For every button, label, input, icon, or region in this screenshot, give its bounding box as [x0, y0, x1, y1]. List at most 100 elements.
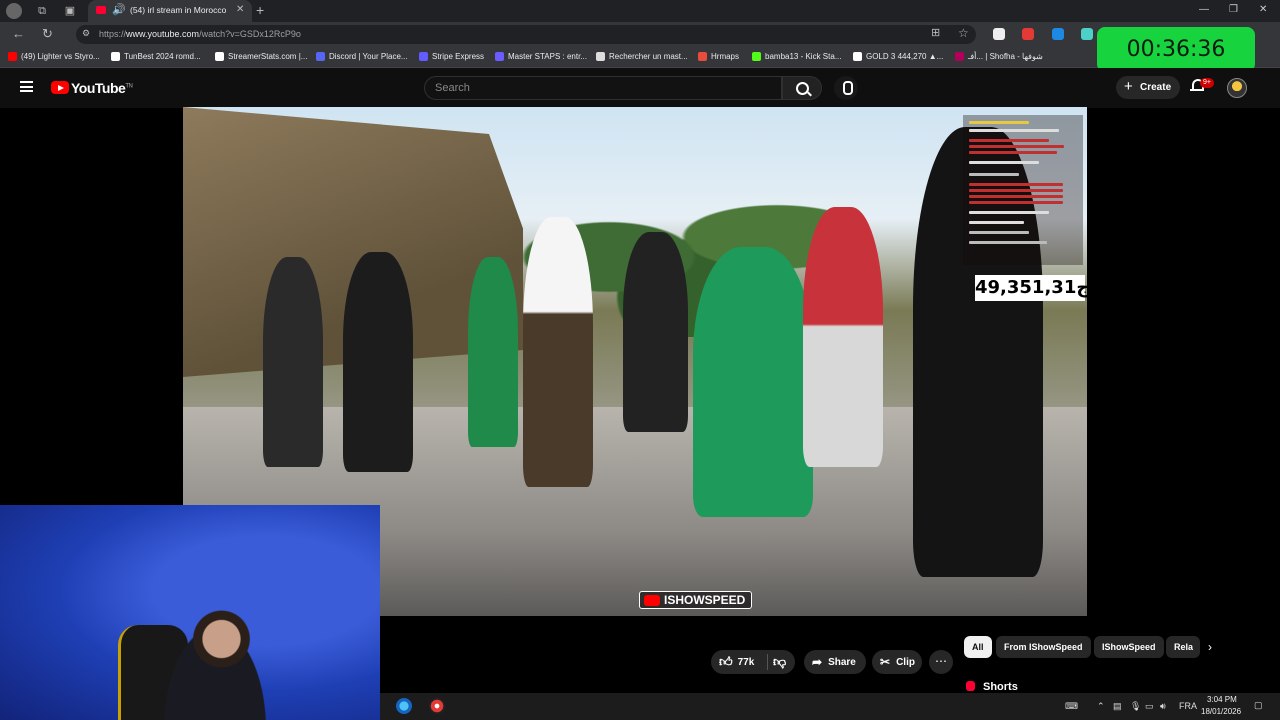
clip-button[interactable]: ✂ Clip	[872, 650, 922, 674]
chat-line	[969, 161, 1039, 164]
video-person	[623, 232, 688, 432]
chat-line	[969, 145, 1064, 148]
video-person	[468, 257, 518, 447]
clock-time[interactable]: 3:04 PM	[1207, 695, 1237, 704]
chevron-up-icon[interactable]: ⌃	[1097, 701, 1105, 712]
video-person	[343, 252, 413, 472]
bookmark-favicon-icon	[111, 52, 120, 61]
bookmark-favicon-icon	[215, 52, 224, 61]
hamburger-menu-icon[interactable]	[20, 81, 33, 92]
bookmark-item[interactable]: Stripe Express	[419, 52, 484, 61]
more-actions-icon[interactable]: ⋯	[929, 650, 953, 674]
bookmark-item[interactable]: Master STAPS : entr...	[495, 52, 587, 61]
keyboard-icon[interactable]: ⌨	[1065, 701, 1078, 712]
channel-watermark: ISHOWSPEED	[639, 591, 753, 609]
chat-line	[969, 241, 1047, 244]
profile-icon[interactable]	[6, 3, 22, 19]
network-icon[interactable]: ▤	[1113, 701, 1122, 712]
bookmark-favicon-icon	[316, 52, 325, 61]
close-tab-icon[interactable]: ✕	[236, 4, 244, 15]
bookmark-favicon-icon	[596, 52, 605, 61]
tab-search-icon[interactable]: ▣	[62, 3, 78, 19]
bookmark-star-icon[interactable]: ☆	[958, 26, 969, 40]
like-icon[interactable]: 👍︎	[719, 654, 733, 670]
url-text: https://www.youtube.com/watch?v=GSDx12Rc…	[99, 29, 301, 39]
tab-title: (54) irl stream in Morocco	[130, 5, 227, 15]
browser-toolbar: ← ↻ ⚙ https://www.youtube.com/watch?v=GS…	[0, 22, 1280, 47]
chevron-right-icon[interactable]: ›	[1208, 640, 1212, 654]
install-app-icon[interactable]: ⊞	[931, 26, 940, 39]
bookmark-favicon-icon	[955, 52, 964, 61]
youtube-logo-text[interactable]: YouTubeTN	[71, 80, 133, 96]
like-dislike-group: 👍︎ 77k 👎︎	[711, 650, 795, 674]
volume-icon[interactable]: 🔊︎	[1160, 701, 1166, 712]
viewer-count-overlay: 49,351,31ج	[975, 275, 1087, 301]
bookmark-item[interactable]: Hrmaps	[698, 52, 739, 61]
address-bar[interactable]: ⚙ https://www.youtube.com/watch?v=GSDx12…	[76, 25, 976, 44]
close-window-button[interactable]: ✕	[1259, 4, 1267, 15]
webcam-person	[150, 600, 280, 720]
microphone-icon[interactable]	[834, 76, 858, 100]
new-tab-button[interactable]: +	[256, 2, 264, 18]
youtube-logo-icon[interactable]	[51, 81, 69, 94]
language-indicator[interactable]: FRA	[1179, 701, 1197, 711]
microphone-tray-icon[interactable]: 🎙︎	[1130, 701, 1141, 712]
chat-line	[969, 221, 1024, 224]
video-person	[523, 217, 593, 487]
maximize-button[interactable]: ❐	[1229, 4, 1238, 15]
display-icon[interactable]: ▭	[1145, 701, 1154, 712]
notification-badge: 9+	[1200, 78, 1214, 88]
bookmark-item[interactable]: أفـ... | Shofha - شوفها	[955, 52, 1043, 61]
bookmark-favicon-icon	[853, 52, 862, 61]
bookmark-item[interactable]: Discord | Your Place...	[316, 52, 408, 61]
search-icon[interactable]	[782, 76, 822, 100]
extension-icon[interactable]	[1081, 28, 1093, 40]
search-input[interactable]: Search	[424, 76, 782, 100]
chip-all[interactable]: All	[964, 636, 992, 658]
chat-line	[969, 195, 1063, 198]
back-button[interactable]: ←	[12, 26, 25, 41]
divider	[767, 654, 768, 670]
site-info-icon[interactable]: ⚙	[82, 28, 90, 39]
reload-button[interactable]: ↻	[42, 26, 53, 42]
chip-from-channel[interactable]: From IShowSpeed	[996, 636, 1091, 658]
edge-browser-icon[interactable]	[396, 698, 412, 714]
create-button[interactable]: + Create	[1116, 76, 1180, 99]
bookmark-item[interactable]: TunBest 2024 romd...	[111, 52, 201, 61]
clock-date[interactable]: 18/01/2026	[1201, 707, 1241, 716]
speaker-icon[interactable]: 🔊	[112, 3, 126, 16]
extensions-icon[interactable]: ⧉	[34, 3, 50, 19]
chat-line	[969, 121, 1029, 124]
minimize-button[interactable]: —	[1199, 4, 1209, 15]
bookmark-item[interactable]: (49) Lighter vs Styro...	[8, 52, 100, 61]
chat-line	[969, 201, 1063, 204]
chip-channel[interactable]: IShowSpeed	[1094, 636, 1164, 658]
extension-icon[interactable]	[1052, 28, 1064, 40]
dislike-icon[interactable]: 👎︎	[773, 654, 786, 670]
video-person	[803, 207, 883, 467]
notifications-icon[interactable]: ▢	[1254, 700, 1263, 711]
search-placeholder: Search	[435, 82, 470, 94]
stream-timer: 00:36:36	[1097, 27, 1255, 72]
extension-icon[interactable]	[1022, 28, 1034, 40]
obs-icon[interactable]	[429, 698, 445, 714]
browser-tab[interactable]: 🔊 (54) irl stream in Morocco ✕	[88, 0, 252, 22]
share-button[interactable]: ➦ Share	[804, 650, 866, 674]
shorts-section-title: Shorts	[966, 681, 1018, 693]
extension-icon[interactable]	[993, 28, 1005, 40]
chat-line	[969, 139, 1049, 142]
bookmark-favicon-icon	[8, 52, 17, 61]
video-person	[693, 247, 813, 517]
avatar[interactable]	[1227, 78, 1247, 98]
bookmark-item[interactable]: Rechercher un mast...	[596, 52, 688, 61]
chip-related[interactable]: Rela	[1166, 636, 1200, 658]
chat-line	[969, 231, 1029, 234]
chat-line	[969, 211, 1049, 214]
bookmark-item[interactable]: StreamerStats.com |...	[215, 52, 307, 61]
youtube-favicon-icon	[96, 6, 106, 14]
bookmark-item[interactable]: GOLD 3 444,270 ▲...	[853, 52, 943, 61]
video-person	[263, 257, 323, 467]
like-count[interactable]: 77k	[738, 657, 755, 668]
webcam-overlay	[0, 505, 380, 720]
bookmark-item[interactable]: bamba13 - Kick Sta...	[752, 52, 841, 61]
